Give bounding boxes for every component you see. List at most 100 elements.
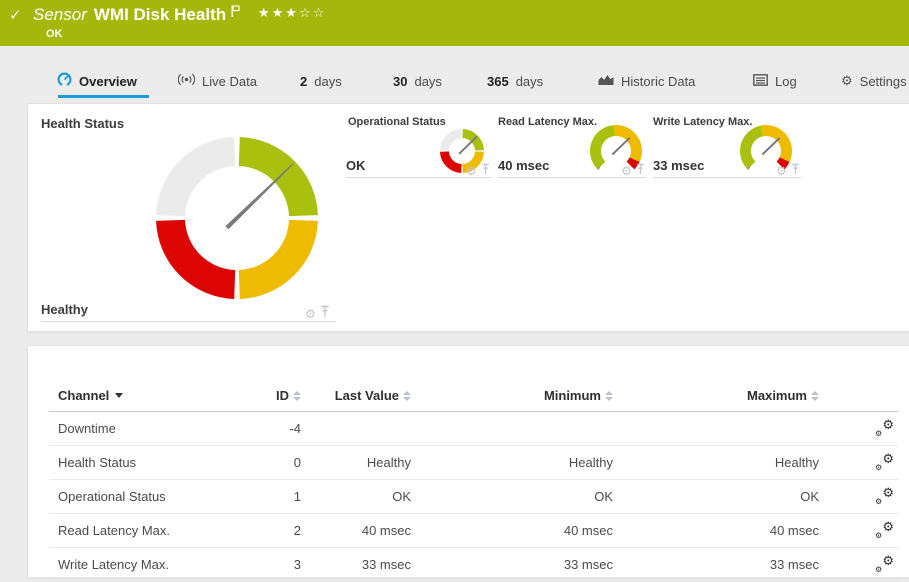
cell-channel: Health Status [58, 455, 137, 470]
cell-channel: Downtime [58, 421, 116, 436]
cell-id: 2 [293, 523, 301, 538]
tab-overview[interactable]: Overview [57, 71, 137, 91]
sort-desc-icon [115, 393, 124, 398]
overview-gauges-card: Health Status Healthy ⚙ Operational Stat… [27, 103, 909, 332]
write-latency-title: Write Latency Max. [653, 116, 753, 128]
tab-log[interactable]: Log [753, 71, 797, 91]
gauge-tab-icon [57, 72, 72, 90]
tab-historic-data-label: Historic Data [621, 73, 696, 89]
flag-icon[interactable] [231, 3, 240, 23]
prtg-sensor-page: ✓ Sensor WMI Disk Health ★★★☆☆ OK Overvie… [0, 0, 909, 582]
tab-2-days-label: days [314, 73, 342, 89]
broadcast-icon [177, 73, 196, 89]
tile-gear-icon[interactable]: ⚙ [466, 165, 477, 177]
health-status-title: Health Status [41, 116, 125, 131]
read-latency-title: Read Latency Max. [498, 116, 598, 128]
cell-minimum: Healthy [568, 455, 613, 470]
table-row-operational-status: Operational Status 1 OK OK OK ⚙ ⚙ [49, 480, 898, 514]
gauge-needle [225, 163, 294, 230]
sensor-title-prefix: Sensor [33, 5, 87, 24]
cell-minimum: OK [594, 489, 613, 504]
tab-365-days-label: days [515, 73, 544, 89]
tile-divider [41, 321, 336, 322]
tab-overview-label: Overview [79, 73, 137, 89]
cell-channel: Read Latency Max. [58, 523, 171, 538]
tab-log-label: Log [775, 73, 797, 89]
sort-icon [293, 390, 301, 401]
cell-last-value: Healthy [366, 455, 411, 470]
table-row-read-latency: Read Latency Max. 2 40 msec 40 msec 40 m… [49, 514, 898, 548]
operational-status-title: Operational Status [348, 116, 446, 128]
column-header-id-label: ID [276, 388, 289, 403]
cell-id: 3 [293, 557, 301, 572]
tab-live-data[interactable]: Live Data [177, 71, 257, 91]
tile-gear-icon[interactable]: ⚙ [305, 308, 316, 320]
channel-settings-gears-icon[interactable]: ⚙ ⚙ [875, 520, 894, 540]
cell-maximum: Healthy [774, 455, 819, 470]
active-tab-underline [58, 95, 149, 98]
sort-icon [403, 390, 411, 401]
tile-divider [653, 177, 801, 178]
tab-30-days-label: days [414, 73, 442, 89]
gauge-needle [761, 137, 781, 156]
tab-30-days[interactable]: 30 days [393, 71, 442, 91]
tab-30-days-number: 30 [393, 73, 408, 89]
cell-id: -4 [289, 421, 301, 436]
cell-last-value: 40 msec [361, 523, 411, 538]
tile-gear-icon[interactable]: ⚙ [621, 165, 632, 177]
column-header-last-value-label: Last Value [334, 388, 399, 403]
channel-settings-gears-icon[interactable]: ⚙ ⚙ [875, 452, 894, 472]
channel-table-card: Channel ID Last Value Minimum Maximum Do… [27, 345, 909, 582]
column-header-minimum[interactable]: Minimum [411, 388, 613, 403]
gauge-needle [611, 137, 631, 156]
area-chart-icon [598, 74, 614, 89]
column-header-id[interactable]: ID [258, 388, 301, 403]
column-header-last-value[interactable]: Last Value [301, 388, 411, 403]
cell-id: 1 [293, 489, 301, 504]
table-row-write-latency: Write Latency Max. 3 33 msec 33 msec 33 … [49, 548, 898, 582]
priority-stars[interactable]: ★★★☆☆ [258, 6, 326, 21]
tile-divider [498, 177, 646, 178]
tile-gear-icon[interactable]: ⚙ [776, 165, 787, 177]
sort-icon [811, 390, 819, 401]
tab-settings-label: Settings [859, 73, 907, 89]
cell-minimum: 33 msec [563, 557, 613, 572]
tab-live-data-label: Live Data [202, 73, 257, 89]
write-latency-value: 33 msec [653, 158, 705, 173]
column-header-channel[interactable]: Channel [49, 388, 258, 403]
tab-365-days[interactable]: 365 days [487, 71, 543, 91]
channel-settings-gears-icon[interactable]: ⚙ ⚙ [875, 486, 894, 506]
tab-historic-data[interactable]: Historic Data [598, 71, 695, 91]
sensor-header: ✓ Sensor WMI Disk Health ★★★☆☆ OK [0, 0, 909, 46]
tab-bar: Overview Live Data 2 days 30 days 365 da… [0, 46, 909, 103]
column-header-minimum-label: Minimum [543, 388, 601, 403]
column-header-maximum-label: Maximum [747, 388, 807, 403]
tile-divider [346, 177, 492, 178]
cell-channel: Operational Status [58, 489, 166, 504]
tab-2-days-number: 2 [300, 73, 308, 89]
read-latency-value: 40 msec [498, 158, 550, 173]
health-status-value: Healthy [41, 302, 88, 317]
column-header-channel-label: Channel [58, 388, 110, 403]
channel-settings-gears-icon[interactable]: ⚙ ⚙ [875, 418, 894, 438]
page-title: WMI Disk Health [93, 5, 227, 24]
status-badge: OK [46, 28, 63, 40]
status-check-icon: ✓ [9, 6, 22, 24]
table-row-health-status: Health Status 0 Healthy Healthy Healthy … [49, 446, 898, 480]
operational-status-value: OK [346, 158, 366, 173]
channel-table: Channel ID Last Value Minimum Maximum Do… [49, 380, 898, 582]
health-status-gauge [156, 137, 318, 299]
cell-maximum: 40 msec [769, 523, 819, 538]
channel-settings-gears-icon[interactable]: ⚙ ⚙ [875, 554, 894, 574]
log-list-icon [753, 73, 768, 89]
cell-minimum: 40 msec [563, 523, 613, 538]
cell-last-value: 33 msec [361, 557, 411, 572]
tab-settings[interactable]: ⚙ Settings [841, 71, 907, 91]
gear-icon: ⚙ [841, 73, 853, 89]
column-header-maximum[interactable]: Maximum [613, 388, 819, 403]
tab-2-days[interactable]: 2 days [300, 71, 342, 91]
cell-maximum: OK [800, 489, 819, 504]
cell-last-value: OK [392, 489, 411, 504]
sort-icon [605, 390, 613, 401]
table-row-downtime: Downtime -4 ⚙ ⚙ [49, 412, 898, 446]
